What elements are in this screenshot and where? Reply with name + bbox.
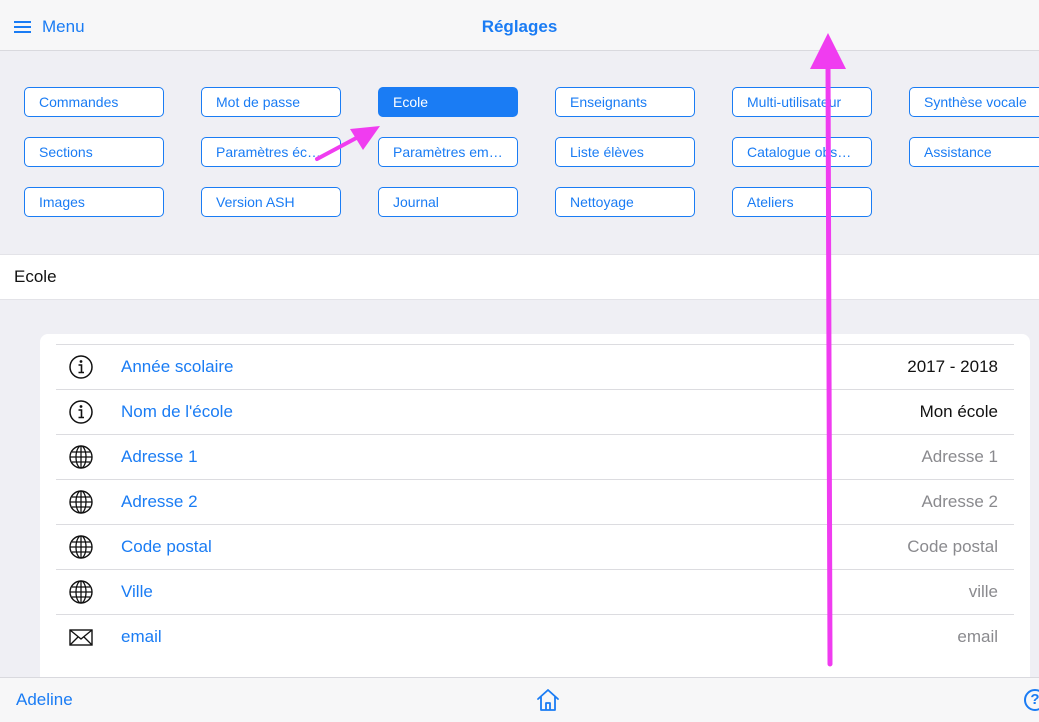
info-icon (68, 399, 94, 425)
settings-button[interactable]: Images (24, 187, 164, 217)
envelope-icon (68, 624, 94, 650)
field-label[interactable]: Code postal (121, 537, 212, 557)
page-title: Réglages (481, 17, 558, 36)
globe-icon (68, 444, 94, 470)
field-row[interactable]: email email (56, 614, 1014, 660)
settings-button[interactable]: Ateliers (732, 187, 872, 217)
settings-button[interactable]: Sections (24, 137, 164, 167)
school-fields-card: Année scolaire 2017 - 2018 Nom de l'école M… (40, 334, 1030, 694)
settings-buttons-grid: Commandes Mot de passe Ecole Enseignants Mul… (24, 87, 1039, 217)
globe-icon (68, 534, 94, 560)
field-row[interactable]: Année scolaire 2017 - 2018 (56, 344, 1014, 390)
settings-button[interactable]: Paramètres écarts (201, 137, 341, 167)
field-label[interactable]: Adresse 2 (121, 492, 198, 512)
field-label[interactable]: Nom de l'école (121, 402, 233, 422)
settings-button[interactable]: Assistance (909, 137, 1039, 167)
bottom-toolbar: Adeline ? (0, 677, 1039, 722)
settings-button[interactable]: Multi-utilisateur (732, 87, 872, 117)
field-value[interactable]: ville (969, 582, 998, 602)
field-row[interactable]: Code postal Code postal (56, 524, 1014, 570)
field-label[interactable]: Ville (121, 582, 153, 602)
field-row[interactable]: Ville ville (56, 569, 1014, 615)
settings-button[interactable]: Enseignants (555, 87, 695, 117)
field-label[interactable]: email (121, 627, 162, 647)
settings-button[interactable]: Catalogue observ… (732, 137, 872, 167)
field-value[interactable]: Adresse 1 (921, 447, 998, 467)
section-header: Ecole (0, 254, 1039, 300)
help-button[interactable]: ? (1024, 689, 1039, 711)
info-icon (68, 354, 94, 380)
field-value[interactable]: Mon école (920, 402, 998, 422)
field-value[interactable]: Adresse 2 (921, 492, 998, 512)
section-title: Ecole (14, 267, 57, 286)
field-value[interactable]: Code postal (907, 537, 998, 557)
settings-button[interactable]: Commandes (24, 87, 164, 117)
field-value[interactable]: 2017 - 2018 (907, 357, 998, 377)
settings-button[interactable]: Mot de passe (201, 87, 341, 117)
user-name-button[interactable]: Adeline (16, 690, 73, 710)
field-value[interactable]: email (957, 627, 998, 647)
top-navigation-bar: Menu Réglages (0, 0, 1039, 51)
field-row[interactable]: Nom de l'école Mon école (56, 389, 1014, 435)
settings-button[interactable]: Liste élèves (555, 137, 695, 167)
settings-button[interactable]: Paramètres em… (378, 137, 518, 167)
settings-button[interactable]: Journal (378, 187, 518, 217)
globe-icon (68, 489, 94, 515)
settings-button[interactable]: Ecole (378, 87, 518, 117)
field-label[interactable]: Année scolaire (121, 357, 233, 377)
globe-icon (68, 579, 94, 605)
settings-button[interactable]: Synthèse vocale (909, 87, 1039, 117)
field-row[interactable]: Adresse 2 Adresse 2 (56, 479, 1014, 525)
field-row[interactable]: Adresse 1 Adresse 1 (56, 434, 1014, 480)
field-label[interactable]: Adresse 1 (121, 447, 198, 467)
settings-button[interactable]: Version ASH (201, 187, 341, 217)
home-icon[interactable] (535, 687, 561, 713)
settings-button[interactable]: Nettoyage (555, 187, 695, 217)
